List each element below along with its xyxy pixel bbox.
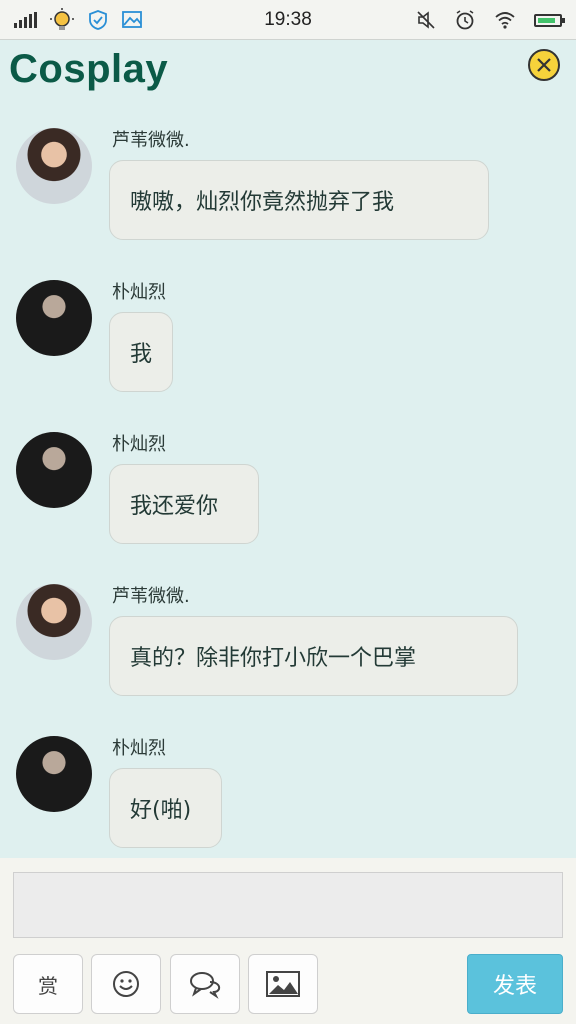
composer: 赏 发表: [0, 858, 576, 1024]
chat-icon: [190, 972, 221, 999]
message-bubble: 嗷嗷，灿烈你竟然抛弃了我: [109, 160, 489, 240]
emoji-icon: [113, 971, 139, 997]
message-bubble: 我还爱你: [109, 464, 259, 544]
picture-button[interactable]: [248, 954, 318, 1014]
sender-name: 芦苇微微.: [112, 130, 190, 151]
wifi-icon: [495, 12, 515, 29]
message-input[interactable]: [13, 872, 563, 938]
status-right: [416, 8, 565, 32]
chat-button[interactable]: [170, 954, 240, 1014]
alarm-icon: [456, 10, 474, 30]
picture-icon: [266, 971, 300, 997]
battery-icon: [534, 13, 565, 27]
message-bubble: 好(啪): [109, 768, 222, 848]
female-avatar[interactable]: [16, 128, 92, 204]
send-button[interactable]: 发表: [467, 954, 563, 1014]
reward-label: 赏: [38, 973, 58, 998]
male-avatar[interactable]: [16, 736, 92, 812]
female-avatar[interactable]: [16, 584, 92, 660]
reward-button[interactable]: 赏: [13, 954, 83, 1014]
emoji-button[interactable]: [91, 954, 161, 1014]
sender-name: 朴灿烈: [112, 282, 166, 303]
male-avatar[interactable]: [16, 432, 92, 508]
close-button[interactable]: [528, 49, 560, 81]
status-bar: 19:38: [0, 0, 576, 40]
sender-name: 朴灿烈: [112, 738, 166, 759]
sender-name: 芦苇微微.: [112, 586, 190, 607]
message-bubble: 我: [109, 312, 173, 392]
close-icon: [537, 58, 551, 72]
message-bubble: 真的？除非你打小欣一个巴掌: [109, 616, 518, 696]
male-avatar[interactable]: [16, 280, 92, 356]
page-title: Cosplay: [9, 47, 169, 91]
mute-icon: [417, 11, 435, 29]
sender-name: 朴灿烈: [112, 434, 166, 455]
send-label: 发表: [492, 974, 537, 999]
